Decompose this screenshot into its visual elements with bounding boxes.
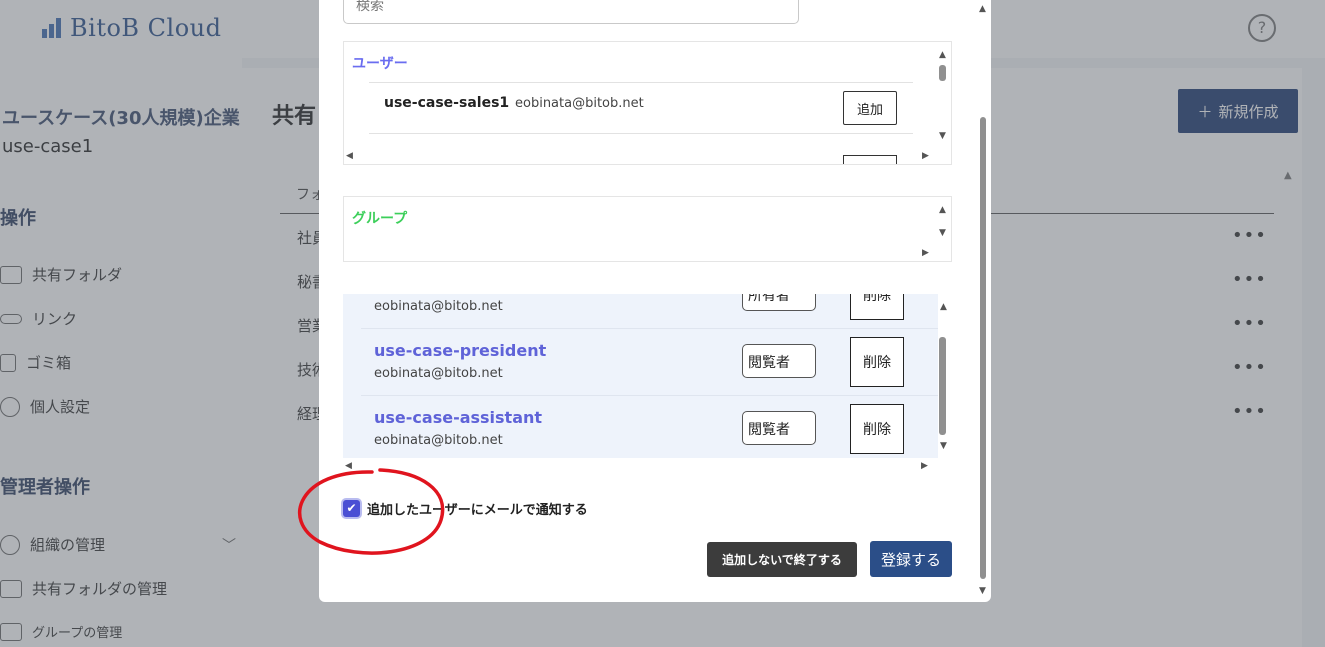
delete-button[interactable]: 削除 bbox=[850, 404, 904, 454]
group-list-panel: グループ ▲ ▼ ▶ bbox=[343, 196, 952, 262]
scroll-left-arrow-icon[interactable]: ◀ bbox=[346, 152, 353, 161]
role-select[interactable]: 所有者 bbox=[742, 294, 816, 311]
role-select[interactable]: 閲覧者 bbox=[742, 344, 816, 378]
member-list: eobinata@bitob.net 所有者 削除 use-case-presi… bbox=[343, 294, 938, 458]
notify-label[interactable]: 追加したユーザーにメールで通知する bbox=[367, 499, 588, 518]
list-item: use-case-sales1 eobinata@bitob.net 追加 bbox=[369, 82, 913, 134]
member-email: eobinata@bitob.net bbox=[374, 299, 503, 314]
member-name: use-case-president bbox=[374, 341, 547, 360]
add-user-button[interactable]: 追加 bbox=[843, 91, 897, 125]
users-label: ユーザー bbox=[352, 56, 408, 72]
scroll-down-arrow-icon[interactable]: ▼ bbox=[939, 132, 946, 141]
close-without-adding-button[interactable]: 追加しないで終了する bbox=[707, 542, 857, 577]
scroll-left-arrow-icon[interactable]: ◀ bbox=[345, 462, 352, 471]
member-name: use-case-assistant bbox=[374, 408, 543, 427]
scroll-down-arrow-icon[interactable]: ▼ bbox=[940, 442, 947, 451]
member-email: eobinata@bitob.net bbox=[374, 366, 503, 381]
scroll-right-arrow-icon[interactable]: ▶ bbox=[922, 249, 929, 258]
notify-checkbox[interactable]: ✔ bbox=[343, 500, 360, 517]
users-scroll-thumb[interactable] bbox=[939, 65, 946, 81]
user-email: eobinata@bitob.net bbox=[515, 96, 644, 111]
scroll-down-arrow-icon[interactable]: ▼ bbox=[939, 229, 946, 238]
role-select[interactable]: 閲覧者 bbox=[742, 411, 816, 445]
member-email: eobinata@bitob.net bbox=[374, 433, 503, 448]
notify-option[interactable]: ✔ 追加したユーザーにメールで通知する bbox=[343, 499, 588, 518]
table-row: eobinata@bitob.net 所有者 削除 bbox=[361, 294, 938, 329]
delete-button[interactable]: 削除 bbox=[850, 337, 904, 387]
add-user-button[interactable] bbox=[843, 155, 897, 164]
scroll-up-arrow-icon[interactable]: ▲ bbox=[939, 51, 946, 60]
scroll-up-arrow-icon[interactable]: ▲ bbox=[979, 5, 986, 14]
register-button[interactable]: 登録する bbox=[870, 541, 952, 577]
scroll-up-arrow-icon[interactable]: ▲ bbox=[939, 206, 946, 215]
search-input[interactable]: 検索 bbox=[343, 0, 799, 24]
user-name: use-case-sales1 bbox=[384, 95, 510, 111]
share-modal: 検索 ユーザー use-case-sales1 eobinata@bitob.n… bbox=[319, 0, 991, 602]
scroll-right-arrow-icon[interactable]: ▶ bbox=[921, 462, 928, 471]
delete-button[interactable]: 削除 bbox=[850, 294, 904, 320]
user-list-panel: ユーザー use-case-sales1 eobinata@bitob.net … bbox=[343, 41, 952, 165]
table-row: use-case-president eobinata@bitob.net 閲覧… bbox=[361, 329, 938, 396]
groups-label: グループ bbox=[352, 211, 408, 227]
table-row: use-case-assistant eobinata@bitob.net 閲覧… bbox=[361, 396, 938, 458]
scroll-down-arrow-icon[interactable]: ▼ bbox=[979, 587, 986, 596]
scroll-right-arrow-icon[interactable]: ▶ bbox=[922, 152, 929, 161]
members-scroll-thumb[interactable] bbox=[939, 337, 946, 435]
scroll-up-arrow-icon[interactable]: ▲ bbox=[940, 303, 947, 312]
modal-scroll-thumb[interactable] bbox=[980, 117, 986, 579]
